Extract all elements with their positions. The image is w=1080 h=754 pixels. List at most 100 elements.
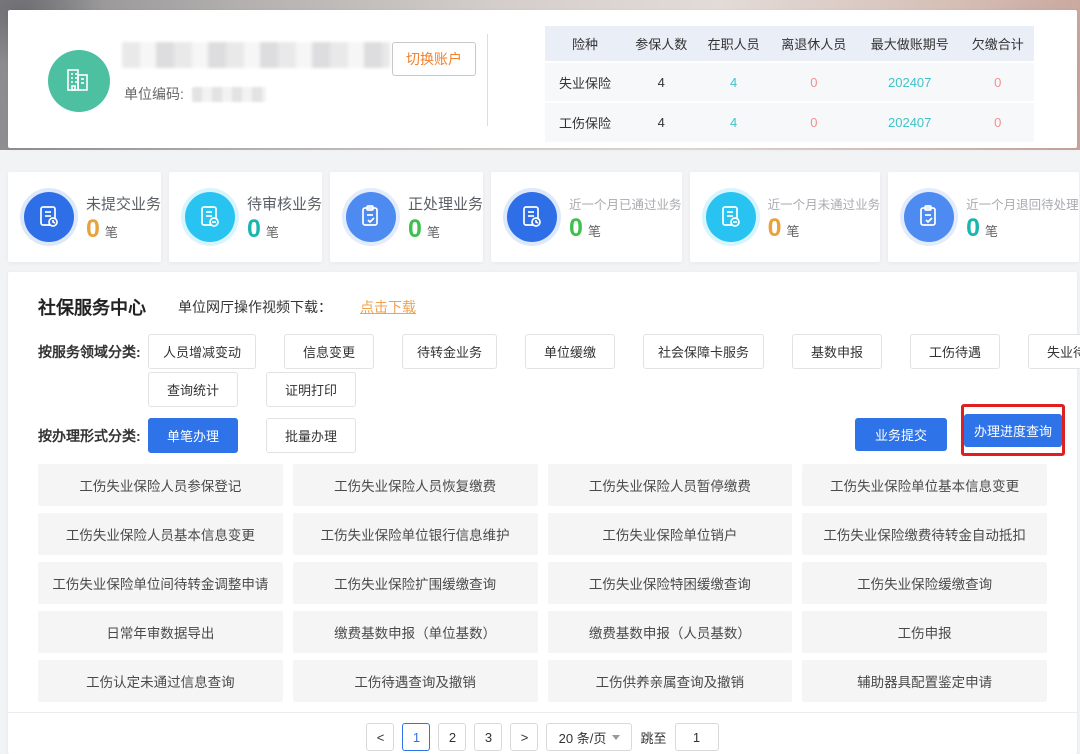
biz-item[interactable]: 工伤失业保险缴费待转金自动抵扣	[802, 513, 1047, 555]
form-btn-batch[interactable]: 批量办理	[266, 418, 356, 453]
biz-item[interactable]: 缴费基数申报（单位基数）	[293, 611, 538, 653]
stat-card-rejected-month[interactable]: 近一个月未通过业务 0 笔	[690, 172, 881, 262]
insurance-summary-table: 险种 参保人数 在职人员 离退休人员 最大做账期号 欠缴合计 失业保险 4 4 …	[545, 26, 1034, 142]
biz-item[interactable]: 工伤失业保险人员基本信息变更	[38, 513, 283, 555]
pagination: < 1 2 3 > 20 条/页 跳至 1	[8, 712, 1077, 751]
biz-item[interactable]: 辅助器具配置鉴定申请	[802, 660, 1047, 702]
field-btn-base-declare[interactable]: 基数申报	[792, 334, 882, 369]
biz-item[interactable]: 工伤失业保险缓缴查询	[802, 562, 1047, 604]
biz-item[interactable]: 工伤认定未通过信息查询	[38, 660, 283, 702]
biz-item[interactable]: 工伤供养亲属查询及撤销	[548, 660, 793, 702]
col-max-period: 最大做账期号	[858, 26, 962, 62]
col-insured-count: 参保人数	[625, 26, 697, 62]
pagination-page-1[interactable]: 1	[402, 723, 430, 751]
stat-card-pending-review[interactable]: 待审核业务 0 笔	[169, 172, 322, 262]
col-arrears-total: 欠缴合计	[962, 26, 1034, 62]
page-size-select[interactable]: 20 条/页	[546, 723, 632, 751]
document-minus-icon	[185, 192, 235, 242]
biz-item[interactable]: 日常年审数据导出	[38, 611, 283, 653]
field-category-label: 按服务领域分类:	[38, 342, 141, 362]
biz-item[interactable]: 工伤申报	[802, 611, 1047, 653]
form-category-row: 单笔办理 批量办理	[148, 418, 356, 453]
stat-unit: 笔	[786, 221, 799, 240]
stat-label: 待审核业务	[247, 193, 322, 214]
stat-count: 0	[247, 217, 261, 242]
cell-insured: 4	[625, 102, 697, 142]
biz-item[interactable]: 工伤失业保险人员参保登记	[38, 464, 283, 506]
biz-item[interactable]: 工伤失业保险扩围缓缴查询	[293, 562, 538, 604]
field-btn-social-card[interactable]: 社会保障卡服务	[643, 334, 764, 369]
biz-item[interactable]: 工伤失业保险单位销户	[548, 513, 793, 555]
cell-active: 4	[697, 62, 769, 102]
stat-count: 0	[86, 217, 100, 242]
stat-card-unsubmitted[interactable]: 未提交业务 0 笔	[8, 172, 161, 262]
stat-count: 0	[569, 216, 583, 241]
page-title: 社保服务中心	[38, 294, 146, 320]
progress-query-button[interactable]: 办理进度查询	[964, 414, 1062, 447]
cell-active: 4	[697, 102, 769, 142]
jump-page-input[interactable]: 1	[675, 723, 719, 751]
biz-item[interactable]: 缴费基数申报（人员基数）	[548, 611, 793, 653]
switch-account-button[interactable]: 切换账户	[392, 42, 476, 76]
biz-item[interactable]: 工伤失业保险特困缓缴查询	[548, 562, 793, 604]
chevron-down-icon	[612, 735, 620, 740]
stat-label: 近一个月退回待处理	[966, 194, 1079, 213]
stat-card-passed-month[interactable]: 近一个月已通过业务 0 笔	[491, 172, 682, 262]
stat-card-returned-month[interactable]: 近一个月退回待处理 0 笔	[888, 172, 1079, 262]
unit-code-label: 单位编码:	[124, 84, 184, 104]
stat-label: 正处理业务	[408, 193, 483, 214]
stat-unit: 笔	[427, 222, 440, 241]
pagination-page-3[interactable]: 3	[474, 723, 502, 751]
unit-code-row: 单位编码:	[124, 84, 266, 104]
stat-unit: 笔	[266, 222, 279, 241]
business-submit-button[interactable]: 业务提交	[855, 418, 947, 451]
redacted-unit-code	[192, 87, 266, 102]
biz-item[interactable]: 工伤失业保险人员恢复缴费	[293, 464, 538, 506]
table-row: 工伤保险 4 4 0 202407 0	[545, 102, 1034, 142]
cell-period: 202407	[858, 102, 962, 142]
col-active-staff: 在职人员	[697, 26, 769, 62]
cell-arrears: 0	[962, 102, 1034, 142]
document-clock-icon	[507, 192, 557, 242]
pagination-next-button[interactable]: >	[510, 723, 538, 751]
field-btn-personnel-change[interactable]: 人员增减变动	[148, 334, 256, 369]
biz-item[interactable]: 工伤待遇查询及撤销	[293, 660, 538, 702]
pagination-prev-button[interactable]: <	[366, 723, 394, 751]
cell-period: 202407	[858, 62, 962, 102]
biz-item[interactable]: 工伤失业保险单位银行信息维护	[293, 513, 538, 555]
field-btn-info-change[interactable]: 信息变更	[284, 334, 374, 369]
cell-type: 工伤保险	[545, 102, 625, 142]
page-size-value: 20 条/页	[559, 728, 607, 747]
biz-item[interactable]: 工伤失业保险人员暂停缴费	[548, 464, 793, 506]
table-header-row: 险种 参保人数 在职人员 离退休人员 最大做账期号 欠缴合计	[545, 26, 1034, 62]
stat-label: 近一个月未通过业务	[768, 194, 881, 213]
click-download-link[interactable]: 点击下载	[360, 297, 416, 317]
field-category-row1: 人员增减变动 信息变更 待转金业务 单位缓缴 社会保障卡服务 基数申报 工伤待遇…	[148, 334, 1080, 369]
stat-unit: 笔	[105, 222, 118, 241]
form-btn-single[interactable]: 单笔办理	[148, 418, 238, 453]
document-clock-icon	[24, 192, 74, 242]
field-btn-injury-benefit[interactable]: 工伤待遇	[910, 334, 1000, 369]
col-insurance-type: 险种	[545, 26, 625, 62]
account-summary-card: 切换账户 单位编码: 险种 参保人数 在职人员 离退休人员 最大做账期号 欠缴合…	[8, 10, 1077, 148]
field-btn-cert-print[interactable]: 证明打印	[266, 372, 356, 407]
document-minus-icon	[706, 192, 756, 242]
biz-item[interactable]: 工伤失业保险单位基本信息变更	[802, 464, 1047, 506]
pagination-page-2[interactable]: 2	[438, 723, 466, 751]
cell-type: 失业保险	[545, 62, 625, 102]
field-btn-unit-deferral[interactable]: 单位缓缴	[525, 334, 615, 369]
business-stats-row: 未提交业务 0 笔 待审核业务 0 笔	[8, 172, 1077, 262]
company-avatar	[48, 50, 110, 112]
field-btn-transfer-fund[interactable]: 待转金业务	[402, 334, 497, 369]
field-btn-query-stats[interactable]: 查询统计	[148, 372, 238, 407]
biz-item[interactable]: 工伤失业保险单位间待转金调整申请	[38, 562, 283, 604]
stat-card-processing[interactable]: 正处理业务 0 笔	[330, 172, 483, 262]
clipboard-check-icon	[904, 192, 954, 242]
video-download-label: 单位网厅操作视频下载：	[178, 297, 332, 317]
stat-unit: 笔	[985, 221, 998, 240]
redacted-company-name	[122, 42, 390, 68]
stat-label: 未提交业务	[86, 193, 161, 214]
field-btn-unemploy-benefit[interactable]: 失业待遇	[1028, 334, 1080, 369]
stat-count: 0	[966, 216, 980, 241]
stat-unit: 笔	[588, 221, 601, 240]
